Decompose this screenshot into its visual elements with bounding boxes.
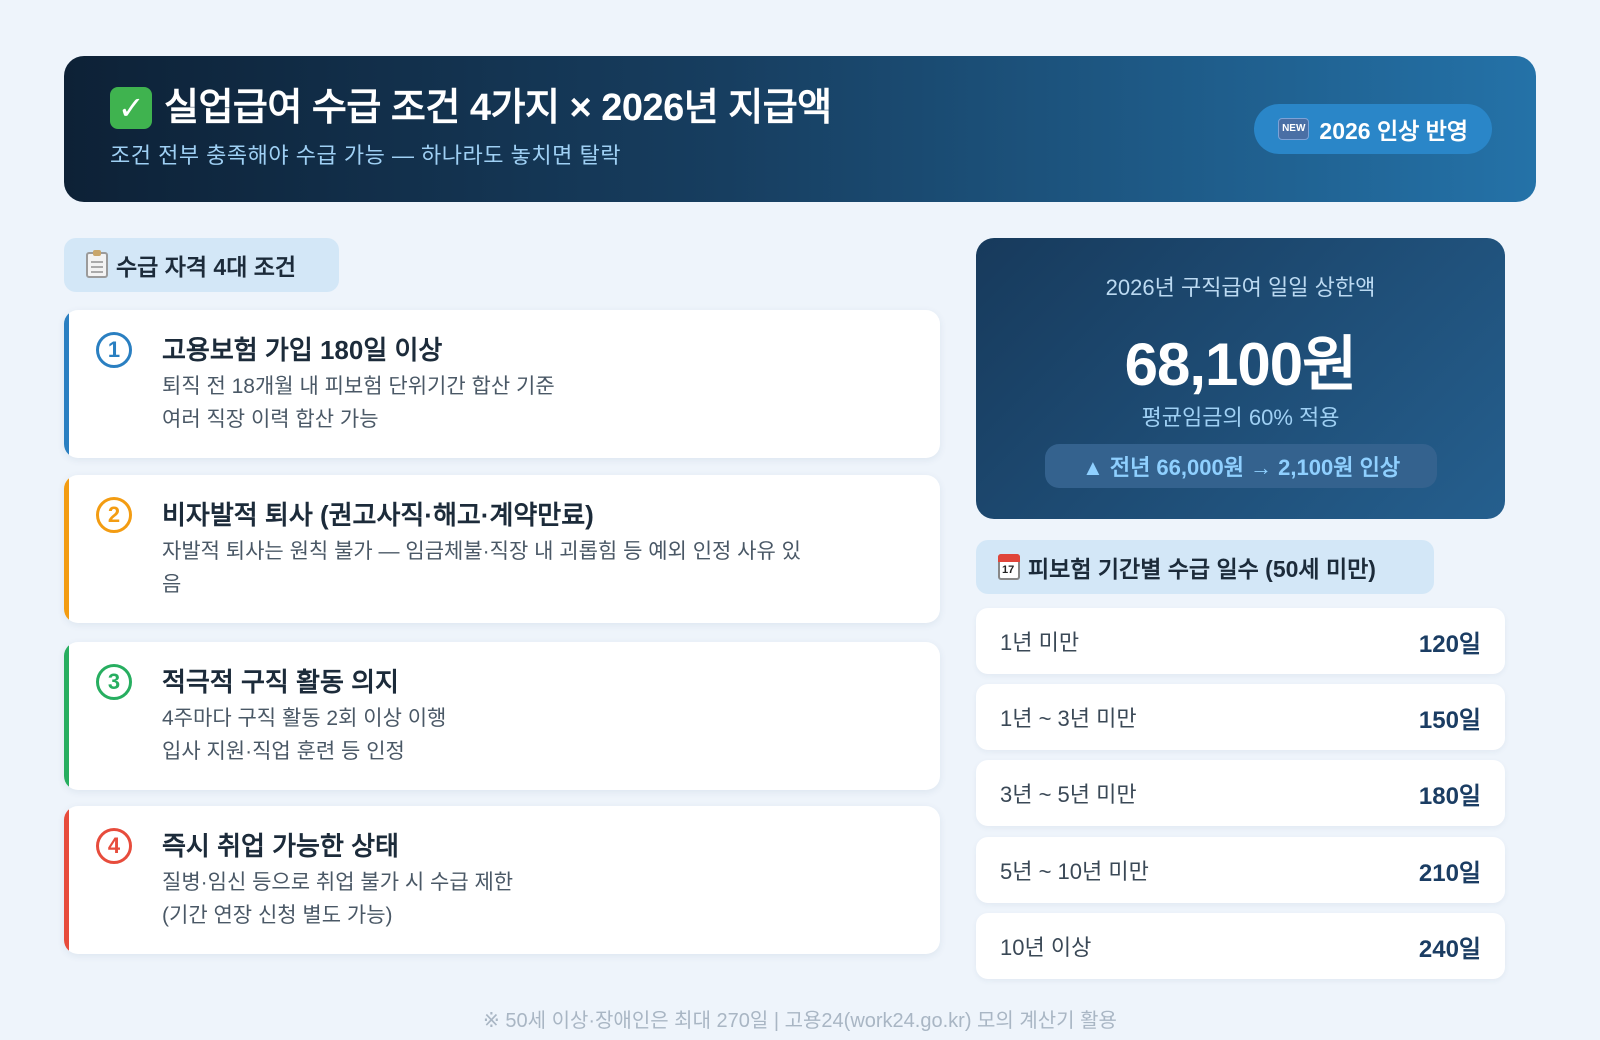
condition-title: 비자발적 퇴사 (권고사직·해고·계약만료) <box>162 500 594 530</box>
max-benefit-amount: 68,100원 <box>1124 331 1358 398</box>
max-benefit-note: 평균임금의 60% 적용 <box>1141 405 1340 430</box>
days-row: 1년 ~ 3년 미만 150일 <box>976 684 1505 750</box>
update-badge: NEW 2026 인상 반영 <box>1254 104 1492 154</box>
days-section-title: 피보험 기간별 수급 일수 (50세 미만) <box>976 540 1434 594</box>
condition-description: 4주마다 구직 활동 2회 이상 이행 입사 지원·직업 훈련 등 인정 <box>162 707 447 763</box>
condition-card: 1 고용보험 가입 180일 이상 퇴직 전 18개월 내 피보험 단위기간 합… <box>64 310 940 458</box>
days-row: 3년 ~ 5년 미만 180일 <box>976 760 1505 826</box>
condition-accent-bar <box>64 642 69 790</box>
condition-description: 질병·임신 등으로 취업 불가 시 수급 제한 (기간 연장 신청 별도 가능) <box>162 871 514 927</box>
days-row: 1년 미만 120일 <box>976 608 1505 674</box>
condition-accent-bar <box>64 475 69 623</box>
condition-description: 퇴직 전 18개월 내 피보험 단위기간 합산 기준 여러 직장 이력 합산 가… <box>162 375 555 431</box>
condition-number-badge: 1 <box>96 332 132 368</box>
days-row-label: 1년 ~ 3년 미만 <box>1000 706 1137 731</box>
max-benefit-change: ▲ 전년 66,000원 → 2,100원 인상 <box>1045 444 1437 488</box>
days-row-value: 150일 <box>1418 706 1481 734</box>
page-title-text: 실업급여 수급 조건 4가지 × 2026년 지급액 <box>164 87 832 129</box>
days-row-label: 3년 ~ 5년 미만 <box>1000 782 1137 807</box>
days-section-title-text: 피보험 기간별 수급 일수 (50세 미만) <box>1028 556 1376 582</box>
condition-accent-bar <box>64 806 69 954</box>
condition-title: 고용보험 가입 180일 이상 <box>162 335 443 365</box>
days-row-label: 5년 ~ 10년 미만 <box>1000 859 1149 884</box>
footnote: ※ 50세 이상·장애인은 최대 270일 | 고용24(work24.go.k… <box>483 1010 1117 1032</box>
check-icon: ✓ <box>110 87 152 129</box>
condition-title: 즉시 취업 가능한 상태 <box>162 831 399 861</box>
condition-number-badge: 3 <box>96 664 132 700</box>
days-row-value: 210일 <box>1418 859 1481 887</box>
days-row-value: 180일 <box>1418 782 1481 810</box>
condition-accent-bar <box>64 310 69 458</box>
clipboard-icon <box>86 250 108 278</box>
condition-card: 3 적극적 구직 활동 의지 4주마다 구직 활동 2회 이상 이행 입사 지원… <box>64 642 940 790</box>
conditions-section-title-text: 수급 자격 4대 조건 <box>116 254 297 280</box>
condition-card: 4 즉시 취업 가능한 상태 질병·임신 등으로 취업 불가 시 수급 제한 (… <box>64 806 940 954</box>
days-row-value: 120일 <box>1418 630 1481 658</box>
max-benefit-label: 2026년 구직급여 일일 상한액 <box>1105 275 1376 300</box>
days-row: 5년 ~ 10년 미만 210일 <box>976 837 1505 903</box>
days-row-label: 10년 이상 <box>1000 935 1092 960</box>
max-benefit-card: 2026년 구직급여 일일 상한액 68,100원 평균임금의 60% 적용 ▲… <box>976 238 1505 519</box>
calendar-icon <box>998 554 1020 580</box>
condition-number-badge: 4 <box>96 828 132 864</box>
condition-card: 2 비자발적 퇴사 (권고사직·해고·계약만료) 자발적 퇴사는 원칙 불가 —… <box>64 475 940 623</box>
days-row: 10년 이상 240일 <box>976 913 1505 979</box>
condition-description: 자발적 퇴사는 원칙 불가 — 임금체불·직장 내 괴롭힘 등 예외 인정 사유… <box>162 540 801 596</box>
condition-title: 적극적 구직 활동 의지 <box>162 667 399 697</box>
days-row-value: 240일 <box>1418 935 1481 963</box>
update-badge-label: 2026 인상 반영 <box>1319 118 1468 144</box>
condition-number-badge: 2 <box>96 497 132 533</box>
new-icon: NEW <box>1278 118 1310 140</box>
days-row-label: 1년 미만 <box>1000 630 1080 655</box>
header-banner: ✓ 실업급여 수급 조건 4가지 × 2026년 지급액 조건 전부 충족해야 … <box>64 56 1536 202</box>
conditions-section-title: 수급 자격 4대 조건 <box>64 238 339 292</box>
